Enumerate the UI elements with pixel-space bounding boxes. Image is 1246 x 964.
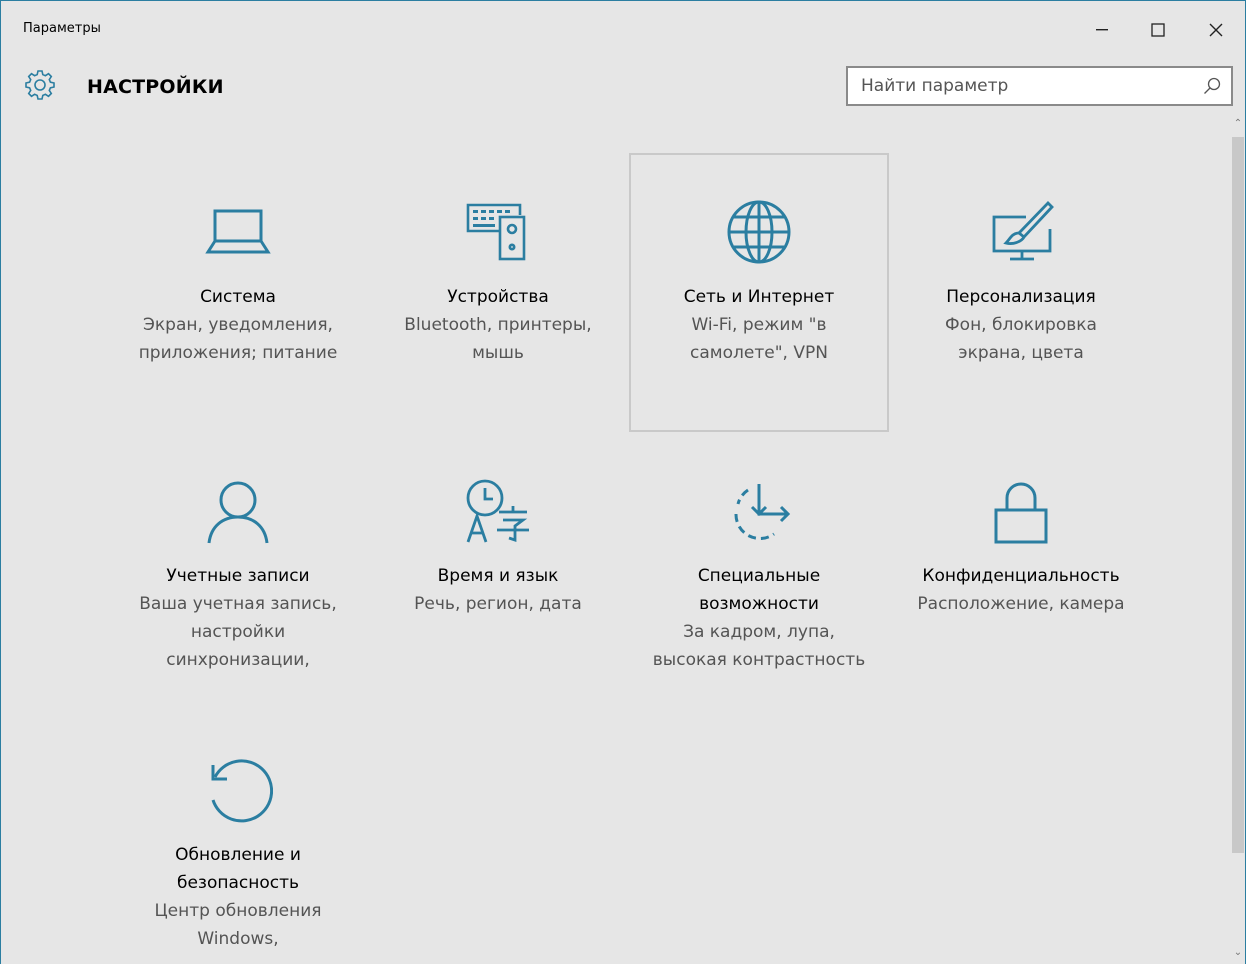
update-icon <box>211 759 273 823</box>
tile-ease-of-access[interactable]: Специальные возможности За кадром, лупа,… <box>629 476 889 674</box>
tile-description: Ваша учетная запись, <box>139 594 337 614</box>
tile-description: настройки <box>190 622 286 642</box>
search-icon[interactable] <box>1203 77 1221 95</box>
tile-description: Wi-Fi, режим "в <box>691 315 827 335</box>
tile-title: возможности <box>699 594 819 614</box>
search-input[interactable] <box>848 68 1231 104</box>
tile-description: экрана, цвета <box>958 343 1084 363</box>
tile-description: Фон, блокировка <box>945 315 1097 335</box>
tile-description: синхронизации, <box>166 650 310 670</box>
tile-title: Специальные <box>697 566 821 586</box>
tile-description: Windows, <box>197 929 279 949</box>
settings-header: НАСТРОЙКИ <box>1 61 1245 113</box>
tile-description: За кадром, лупа, <box>683 622 835 642</box>
tile-update-security[interactable]: Обновление и безопасность Центр обновлен… <box>108 755 368 953</box>
tile-privacy[interactable]: Конфиденциальность Расположение, камера <box>891 476 1151 618</box>
tile-network[interactable]: Сеть и Интернет Wi-Fi, режим "в самолете… <box>629 153 889 432</box>
close-icon <box>1209 23 1223 37</box>
tile-description: Центр обновления <box>154 901 322 921</box>
search-box[interactable] <box>846 66 1233 106</box>
close-button[interactable] <box>1193 9 1239 51</box>
tile-description: Речь, регион, дата <box>414 594 582 614</box>
window-title: Параметры <box>23 21 101 36</box>
personalization-icon <box>992 201 1054 261</box>
maximize-icon <box>1151 23 1165 37</box>
tile-personalization[interactable]: Персонализация Фон, блокировка экрана, ц… <box>891 197 1151 367</box>
tile-title: Устройства <box>447 287 549 307</box>
minimize-button[interactable] <box>1079 9 1125 51</box>
globe-icon <box>727 200 791 264</box>
scroll-down-button[interactable]: ⌄ <box>1233 947 1243 961</box>
settings-window: Параметры НАСТРОЙКИ Найти параметр ⌃ ⌄ С… <box>0 0 1246 964</box>
tile-time-language[interactable]: Время и язык Речь, регион, дата <box>368 476 628 618</box>
tile-description: высокая контрастность <box>652 650 866 670</box>
devices-icon <box>466 203 526 261</box>
tile-title: Учетные записи <box>166 566 310 586</box>
minimize-icon <box>1096 29 1108 31</box>
tile-title: Конфиденциальность <box>922 566 1120 586</box>
tile-accounts[interactable]: Учетные записи Ваша учетная запись, наст… <box>108 476 368 674</box>
lock-icon <box>994 482 1048 544</box>
scroll-up-button[interactable]: ⌃ <box>1233 118 1243 132</box>
tile-title: Обновление и <box>175 845 301 865</box>
tile-title: Персонализация <box>946 287 1096 307</box>
maximize-button[interactable] <box>1135 9 1181 51</box>
tile-description: Экран, уведомления, <box>143 315 333 335</box>
page-title: НАСТРОЙКИ <box>87 76 224 98</box>
tile-description: мышь <box>472 343 524 363</box>
tile-description: приложения; питание <box>138 343 338 363</box>
tile-title: Сеть и Интернет <box>683 287 835 307</box>
tile-description: Расположение, камера <box>917 594 1125 614</box>
tile-title: Время и язык <box>437 566 559 586</box>
laptop-icon <box>205 209 271 254</box>
person-icon <box>207 481 269 544</box>
tile-title: безопасность <box>176 873 300 893</box>
gear-icon <box>25 70 55 100</box>
tile-description: самолете", VPN <box>690 343 828 363</box>
tile-description: Bluetooth, принтеры, <box>404 315 592 335</box>
tile-system[interactable]: Система Экран, уведомления, приложения; … <box>108 197 368 367</box>
scrollbar-thumb[interactable] <box>1232 137 1244 853</box>
tile-title: Система <box>200 287 276 307</box>
ease-of-access-icon <box>734 484 791 541</box>
time-language-icon <box>466 479 529 543</box>
tile-devices[interactable]: Устройства Bluetooth, принтеры, мышь <box>368 197 628 367</box>
title-bar[interactable]: Параметры <box>1 1 1245 61</box>
